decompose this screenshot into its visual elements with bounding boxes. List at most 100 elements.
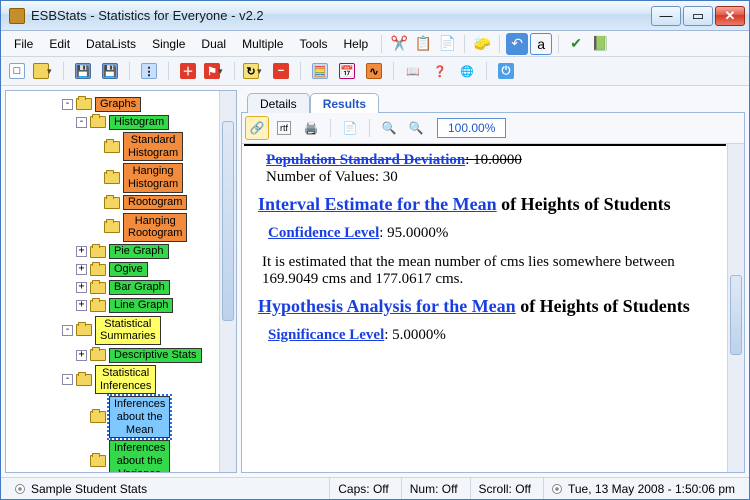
tree-node[interactable]: Rootogram (6, 194, 236, 212)
undo-icon[interactable]: ↶ (506, 33, 528, 55)
tree-node[interactable]: + Descriptive Stats (6, 346, 236, 364)
folder-icon (76, 98, 92, 110)
menu-help[interactable]: Help (336, 34, 375, 54)
paste-icon[interactable]: 📄 (436, 33, 458, 55)
tree-label[interactable]: Inferencesabout theVariance (109, 440, 170, 473)
app-icon (9, 8, 25, 24)
about-button[interactable]: ❓ (428, 59, 452, 83)
menu-datalists[interactable]: DataLists (79, 34, 143, 54)
menu-tools[interactable]: Tools (292, 34, 334, 54)
tree-label[interactable]: Pie Graph (109, 244, 169, 259)
calc-button[interactable]: 🧮 (308, 59, 332, 83)
tree-toggle[interactable]: - (62, 374, 73, 385)
run-button[interactable]: ⚑▾ (203, 59, 227, 83)
help-book-icon[interactable]: 📗 (589, 33, 611, 55)
tree-node[interactable]: - StatisticalSummaries (6, 315, 236, 346)
tree-scrollbar[interactable] (219, 91, 236, 472)
tree-label[interactable]: Graphs (95, 97, 141, 112)
print-button[interactable]: 🖨️ (299, 116, 323, 140)
tree-node[interactable]: + Ogive (6, 261, 236, 279)
tree-toggle[interactable]: - (76, 117, 87, 128)
folder-icon (90, 411, 106, 423)
manual-button[interactable]: 📖 (401, 59, 425, 83)
tree-node[interactable]: Inferencesabout theMean (6, 395, 236, 439)
tree-node[interactable]: + Bar Graph (6, 279, 236, 297)
zoom-in-button[interactable]: 🔍 (377, 116, 401, 140)
add-button[interactable]: ＋ (176, 59, 200, 83)
cut-icon[interactable]: ✂️ (388, 33, 410, 55)
spellcheck-icon[interactable]: ✔ (565, 33, 587, 55)
tree-label[interactable]: Histogram (109, 115, 169, 130)
folder-icon (90, 300, 106, 312)
results-view[interactable]: Population Standard Deviation: 10.0000 N… (244, 144, 726, 472)
tree-label[interactable]: HangingRootogram (123, 213, 187, 242)
maximize-button[interactable]: ▭ (683, 6, 713, 26)
copy-icon[interactable]: 📋 (412, 33, 434, 55)
link-button[interactable]: 🔗 (245, 116, 269, 140)
tree-toggle[interactable]: - (62, 325, 73, 336)
tree-label[interactable]: StandardHistogram (123, 132, 183, 161)
tree-toggle[interactable]: + (76, 282, 87, 293)
properties-button[interactable]: ⋮ (137, 59, 161, 83)
nav-tree[interactable]: -Graphs-HistogramStandardHistogramHangin… (6, 91, 236, 473)
page-button[interactable]: 📄 (338, 116, 362, 140)
tree-toggle[interactable]: + (76, 350, 87, 361)
menu-multiple[interactable]: Multiple (235, 34, 290, 54)
tree-toggle[interactable]: + (76, 300, 87, 311)
tree-label[interactable]: Inferencesabout theMean (109, 396, 170, 438)
tab-results[interactable]: Results (310, 93, 379, 113)
minimize-button[interactable]: — (651, 6, 681, 26)
save-button[interactable]: 💾 (71, 59, 95, 83)
tree-label[interactable]: StatisticalInferences (95, 365, 156, 394)
tree-label[interactable]: Line Graph (109, 298, 173, 313)
tree-toggle[interactable]: + (76, 246, 87, 257)
calendar-button[interactable]: 📅 (335, 59, 359, 83)
tree-pane: -Graphs-HistogramStandardHistogramHangin… (5, 90, 237, 473)
status-indicator-icon (15, 484, 25, 494)
folder-icon (104, 172, 120, 184)
tree-label[interactable]: HangingHistogram (123, 163, 183, 192)
folder-icon (90, 282, 106, 294)
erase-icon[interactable]: 🧽 (471, 33, 493, 55)
tree-label[interactable]: Descriptive Stats (109, 348, 202, 363)
tree-node[interactable]: Inferencesabout theVariance (6, 439, 236, 473)
tree-toggle[interactable]: + (76, 264, 87, 275)
tree-label[interactable]: Bar Graph (109, 280, 170, 295)
tree-node[interactable]: HangingRootogram (6, 212, 236, 243)
tree-label[interactable]: Rootogram (123, 195, 187, 210)
exit-button[interactable]: ⏻ (494, 59, 518, 83)
zoom-out-button[interactable]: 🔍 (404, 116, 428, 140)
folder-icon (76, 324, 92, 336)
remove-button[interactable]: − (269, 59, 293, 83)
tree-node[interactable]: - StatisticalInferences (6, 364, 236, 395)
refresh-button[interactable]: ↻▾ (242, 59, 266, 83)
folder-icon (104, 197, 120, 209)
close-button[interactable]: ✕ (715, 6, 745, 26)
export-rtf-button[interactable]: rtf (272, 116, 296, 140)
find-icon[interactable]: a (530, 33, 552, 55)
tree-node[interactable]: StandardHistogram (6, 131, 236, 162)
distribution-button[interactable]: ∿ (362, 59, 386, 83)
save-as-button[interactable]: 💾 (98, 59, 122, 83)
prev-stat-label: Population Standard Deviation (266, 152, 465, 168)
menu-single[interactable]: Single (145, 34, 192, 54)
results-scrollbar[interactable] (727, 144, 744, 472)
tree-node[interactable]: - Graphs (6, 95, 236, 113)
folder-icon (76, 374, 92, 386)
folder-icon (104, 221, 120, 233)
tree-node[interactable]: HangingHistogram (6, 162, 236, 193)
web-button[interactable]: 🌐 (455, 59, 479, 83)
tree-label[interactable]: StatisticalSummaries (95, 316, 161, 345)
tree-label[interactable]: Ogive (109, 262, 148, 277)
zoom-field[interactable]: 100.00% (437, 118, 506, 138)
tree-node[interactable]: + Line Graph (6, 297, 236, 315)
menu-edit[interactable]: Edit (42, 34, 77, 54)
menu-dual[interactable]: Dual (194, 34, 233, 54)
menu-file[interactable]: File (7, 34, 40, 54)
open-button[interactable]: ▾ (32, 59, 56, 83)
new-button[interactable]: □ (5, 59, 29, 83)
tree-node[interactable]: - Histogram (6, 113, 236, 131)
tab-details[interactable]: Details (247, 93, 310, 113)
tree-toggle[interactable]: - (62, 99, 73, 110)
tree-node[interactable]: + Pie Graph (6, 243, 236, 261)
